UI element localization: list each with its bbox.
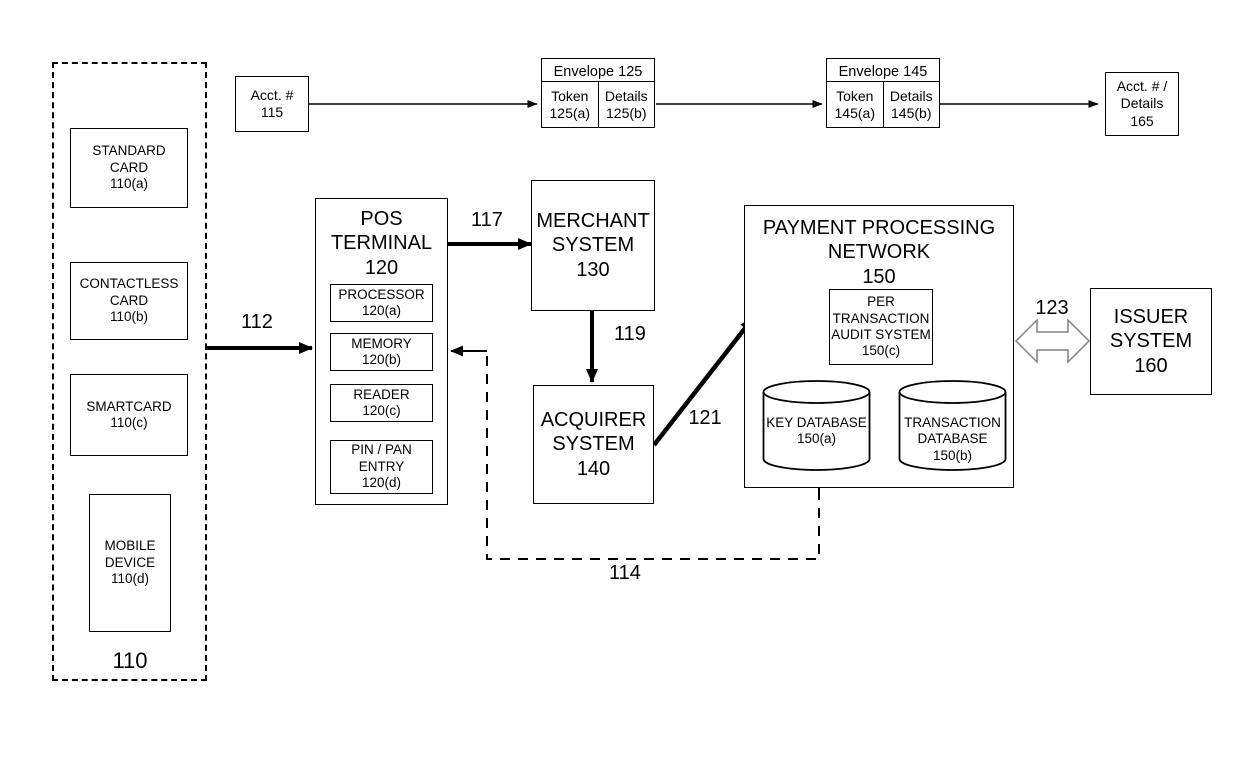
label-112: 112 bbox=[241, 311, 273, 333]
merchant-system-line2: SYSTEM bbox=[551, 234, 635, 257]
transaction-database-line2: DATABASE bbox=[917, 431, 988, 447]
card-mobile-ref: 110(d) bbox=[110, 571, 150, 587]
connector-network-to-issuer bbox=[1014, 318, 1091, 364]
key-database-ref: 150(a) bbox=[796, 431, 837, 447]
envelope-125-cells: Token 125(a) Details 125(b) bbox=[542, 81, 654, 127]
pos-pin-pan-ref: 120(d) bbox=[361, 475, 402, 491]
pos-terminal-line1: POS bbox=[360, 208, 403, 230]
card-standard-line1: STANDARD bbox=[92, 143, 166, 159]
card-smartcard-line1: SMARTCARD bbox=[86, 398, 172, 414]
payment-network-line2: NETWORK bbox=[827, 241, 931, 264]
label-121: 121 bbox=[688, 407, 722, 429]
acct-number-ref: 115 bbox=[260, 104, 284, 120]
card-mobile-line1: MOBILE bbox=[104, 538, 156, 554]
acct-number-input-box: Acct. # 115 bbox=[235, 76, 309, 132]
merchant-system[interactable]: MERCHANT SYSTEM 130 bbox=[531, 180, 655, 311]
audit-system-line2: TRANSACTION bbox=[832, 310, 930, 326]
transaction-database-line1: TRANSACTION bbox=[904, 415, 1001, 430]
card-contactless[interactable]: CONTACTLESS CARD 110(b) bbox=[70, 262, 188, 340]
acct-details-line1: Acct. # / bbox=[1116, 78, 1168, 95]
pos-reader[interactable]: READER 120(c) bbox=[330, 384, 433, 422]
envelope-125-token-ref: 125(a) bbox=[549, 104, 590, 121]
card-smartcard-ref: 110(c) bbox=[110, 415, 148, 430]
label-123: 123 bbox=[1035, 297, 1069, 319]
issuer-system-ref: 160 bbox=[1134, 354, 1168, 377]
merchant-system-line1: MERCHANT bbox=[536, 209, 650, 232]
acquirer-system-line1: ACQUIRER bbox=[540, 408, 647, 431]
card-standard-line2: CARD bbox=[109, 159, 149, 175]
key-database-line1: KEY bbox=[766, 415, 793, 430]
card-standard-ref: 110(a) bbox=[109, 176, 149, 192]
card-mobile-device[interactable]: MOBILE DEVICE 110(d) bbox=[89, 494, 171, 632]
audit-system-line3: AUDIT SYSTEM bbox=[831, 327, 931, 342]
envelope-125-details-label: Details bbox=[604, 87, 648, 104]
acct-number-label: Acct. # bbox=[250, 86, 294, 103]
issuer-system-line2: SYSTEM bbox=[1109, 330, 1193, 353]
per-transaction-audit-system[interactable]: PER TRANSACTION AUDIT SYSTEM 150(c) bbox=[829, 289, 933, 365]
envelope-145-token-cell: Token 145(a) bbox=[827, 82, 883, 127]
label-119: 119 bbox=[614, 323, 646, 345]
key-database[interactable]: KEY DATABASE 150(a) bbox=[762, 380, 871, 471]
envelope-125-details-cell: Details 125(b) bbox=[597, 82, 655, 127]
pos-pin-pan-line2: ENTRY bbox=[358, 458, 405, 474]
transaction-database-text: TRANSACTION DATABASE 150(b) bbox=[898, 415, 1007, 464]
envelope-145-details-label: Details bbox=[889, 87, 933, 104]
card-group-ref: 110 bbox=[112, 648, 148, 673]
envelope-145-cells: Token 145(a) Details 145(b) bbox=[827, 81, 939, 127]
acct-details-output-box: Acct. # / Details 165 bbox=[1105, 72, 1179, 136]
audit-system-ref: 150(c) bbox=[861, 343, 901, 359]
audit-system-line1: PER bbox=[867, 294, 895, 310]
pos-processor-label: PROCESSOR bbox=[338, 286, 425, 302]
patent-figure-canvas: STANDARD CARD 110(a) CONTACTLESS CARD 11… bbox=[0, 0, 1240, 759]
merchant-system-ref: 130 bbox=[576, 258, 610, 281]
pos-reader-ref: 120(c) bbox=[362, 403, 401, 418]
key-database-text: KEY DATABASE 150(a) bbox=[762, 415, 871, 448]
label-114: 114 bbox=[609, 562, 641, 584]
acquirer-system-ref: 140 bbox=[576, 457, 611, 480]
payment-network-line1: PAYMENT PROCESSING bbox=[762, 217, 996, 239]
envelope-125-token-cell: Token 125(a) bbox=[542, 82, 598, 127]
acquirer-system[interactable]: ACQUIRER SYSTEM 140 bbox=[533, 385, 654, 504]
envelope-145-title: Envelope bbox=[838, 64, 900, 80]
envelope-145-header: Envelope 145 bbox=[827, 59, 939, 81]
card-smartcard[interactable]: SMARTCARD 110(c) bbox=[70, 374, 188, 456]
card-contactless-line1: CONTACTLESS bbox=[79, 276, 179, 292]
pos-processor[interactable]: PROCESSOR 120(a) bbox=[330, 284, 433, 322]
envelope-125-title: Envelope bbox=[553, 64, 615, 80]
envelope-145: Envelope 145 Token 145(a) Details 145(b) bbox=[826, 58, 940, 128]
acct-details-ref: 165 bbox=[1130, 112, 1154, 129]
pos-pin-pan-line1: PIN / PAN bbox=[351, 442, 412, 458]
pos-reader-label: READER bbox=[353, 386, 410, 402]
envelope-145-ref: 145 bbox=[903, 64, 928, 80]
envelope-145-details-cell: Details 145(b) bbox=[882, 82, 940, 127]
envelope-125-token-label: Token bbox=[551, 87, 589, 104]
envelope-125-ref: 125 bbox=[618, 64, 643, 80]
acct-details-line2: Details bbox=[1120, 95, 1164, 112]
pos-terminal-line2: TERMINAL bbox=[330, 232, 433, 255]
pos-memory[interactable]: MEMORY 120(b) bbox=[330, 333, 433, 371]
card-contactless-line2: CARD bbox=[109, 292, 149, 308]
pos-processor-ref: 120(a) bbox=[361, 303, 402, 318]
envelope-145-token-label: Token bbox=[836, 87, 874, 104]
transaction-database-ref: 150(b) bbox=[932, 447, 973, 463]
envelope-125-details-ref: 125(b) bbox=[606, 104, 647, 121]
acquirer-system-line2: SYSTEM bbox=[552, 433, 635, 456]
card-mobile-line2: DEVICE bbox=[104, 554, 156, 570]
pos-terminal-ref: 120 bbox=[364, 256, 399, 279]
envelope-125: Envelope 125 Token 125(a) Details 125(b) bbox=[541, 58, 655, 128]
payment-network-ref: 150 bbox=[862, 265, 896, 288]
pos-memory-ref: 120(b) bbox=[361, 352, 402, 367]
issuer-system[interactable]: ISSUER SYSTEM 160 bbox=[1090, 288, 1212, 395]
envelope-145-token-ref: 145(a) bbox=[834, 104, 875, 121]
card-standard[interactable]: STANDARD CARD 110(a) bbox=[70, 128, 188, 208]
label-117: 117 bbox=[471, 209, 503, 231]
key-database-line2: DATABASE bbox=[796, 415, 867, 430]
pos-pin-pan-entry[interactable]: PIN / PAN ENTRY 120(d) bbox=[330, 440, 433, 494]
transaction-database[interactable]: TRANSACTION DATABASE 150(b) bbox=[898, 380, 1007, 471]
pos-memory-label: MEMORY bbox=[351, 335, 412, 351]
issuer-system-line1: ISSUER bbox=[1113, 305, 1189, 328]
envelope-125-header: Envelope 125 bbox=[542, 59, 654, 81]
envelope-145-details-ref: 145(b) bbox=[891, 104, 932, 121]
card-contactless-ref: 110(b) bbox=[109, 309, 149, 325]
